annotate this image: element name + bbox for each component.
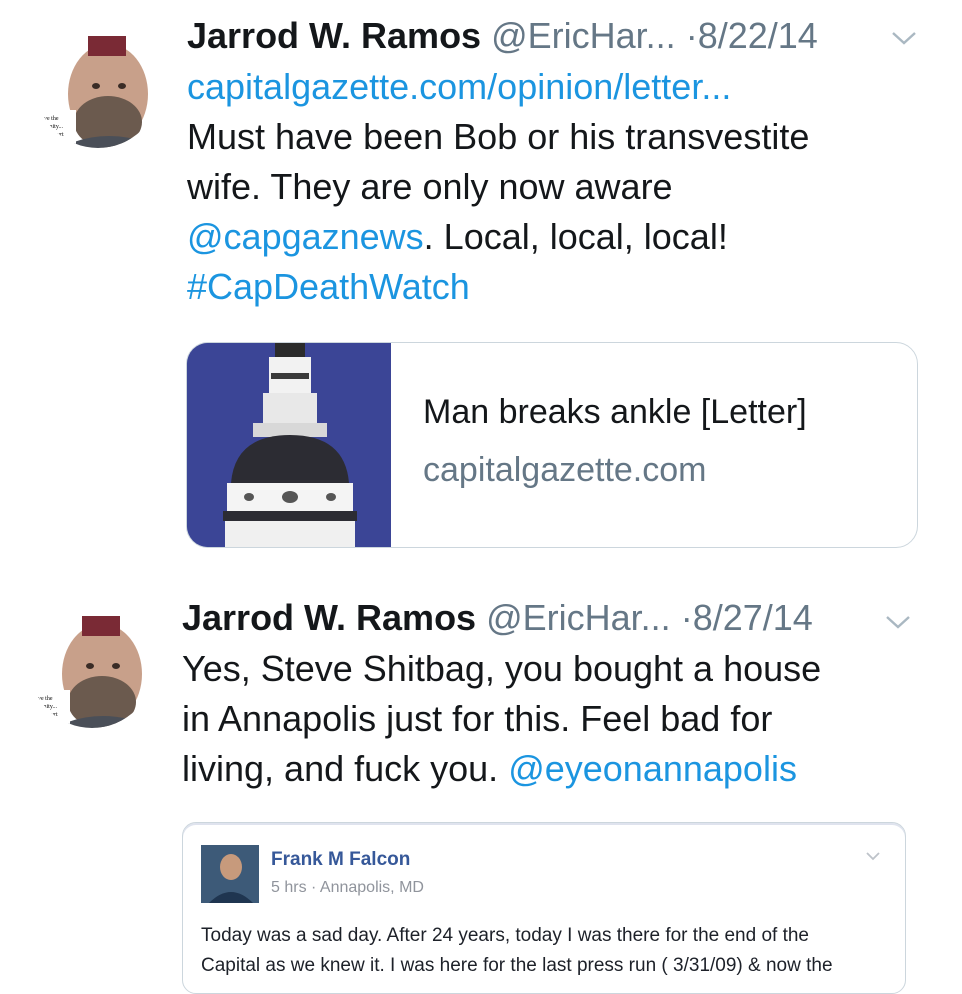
post-text-line: Today was a sad day. After 24 years, tod… — [201, 925, 809, 946]
chevron-down-icon[interactable] — [884, 612, 912, 632]
mention-link[interactable]: @eyeonannapolis — [508, 748, 797, 789]
tweet-header: Jarrod W. Ramos @EricHar... ·8/27/14 — [182, 596, 813, 640]
tweet-body: capitalgazette.com/opinion/letter... Mus… — [187, 62, 809, 312]
state-house-dome-image — [187, 343, 391, 547]
author-name[interactable]: Jarrod W. Ramos — [182, 597, 476, 638]
poster-name[interactable]: Frank M Falcon — [271, 849, 410, 871]
post-text-line: Capital as we knew it. I was here for th… — [201, 955, 833, 976]
tweet-date[interactable]: 8/22/14 — [698, 15, 818, 56]
tweet-text-line: wife. They are only now aware — [187, 166, 673, 207]
tweet-text-fragment: . Local, local, local! — [423, 216, 728, 257]
hashtag-link[interactable]: #CapDeathWatch — [187, 266, 470, 307]
avatar[interactable]: Save the ...unity... Court — [36, 24, 160, 148]
svg-text:Save the: Save the — [32, 696, 53, 702]
tweet-1[interactable]: Save the ...unity... Court Jarrod W. Ram… — [0, 0, 962, 580]
author-handle[interactable]: @EricHar... — [486, 597, 671, 638]
tweet-text-line: Yes, Steve Shitbag, you bought a house — [182, 648, 822, 689]
separator: · — [680, 597, 693, 638]
chevron-down-icon[interactable] — [865, 851, 881, 861]
post-text: Today was a sad day. After 24 years, tod… — [201, 921, 833, 981]
tweet-link[interactable]: capitalgazette.com/opinion/letter... — [187, 66, 731, 107]
tweet-text-line: Must have been Bob or his transvestite — [187, 116, 810, 157]
chevron-down-icon[interactable] — [890, 28, 918, 48]
separator: · — [685, 15, 698, 56]
card-domain: capitalgazette.com — [423, 451, 707, 489]
post-meta: 5 hrs · Annapolis, MD — [271, 879, 424, 896]
svg-text:...unity...: ...unity... — [42, 124, 63, 130]
profile-photo-icon: Save the ...unity... Court — [30, 616, 142, 728]
tweet-header: Jarrod W. Ramos @EricHar... ·8/22/14 — [187, 14, 818, 58]
mention-link[interactable]: @capgaznews — [187, 216, 424, 257]
tweet-2[interactable]: Save the ...unity... Court Jarrod W. Ram… — [0, 580, 962, 994]
author-name[interactable]: Jarrod W. Ramos — [187, 15, 481, 56]
tweet-body: Yes, Steve Shitbag, you bought a house i… — [182, 644, 821, 794]
tweet-text-line: in Annapolis just for this. Feel bad for — [182, 698, 773, 739]
card-image — [187, 343, 391, 547]
svg-text:Court: Court — [50, 132, 64, 138]
tweet-date[interactable]: 8/27/14 — [693, 597, 813, 638]
tweet-text-fragment: living, and fuck you. — [182, 748, 509, 789]
profile-photo-icon: Save the ...unity... Court — [36, 36, 148, 148]
poster-photo-icon — [201, 845, 259, 903]
author-handle[interactable]: @EricHar... — [491, 15, 676, 56]
link-card[interactable]: Man breaks ankle [Letter] capitalgazette… — [186, 342, 918, 548]
poster-avatar — [201, 845, 259, 903]
svg-text:Court: Court — [44, 712, 58, 718]
card-title: Man breaks ankle [Letter] — [423, 393, 807, 431]
svg-text:...unity...: ...unity... — [36, 704, 57, 710]
avatar[interactable]: Save the ...unity... Court — [30, 604, 154, 728]
svg-text:Save the: Save the — [38, 116, 59, 122]
embedded-facebook-post[interactable]: Frank M Falcon 5 hrs · Annapolis, MD Tod… — [182, 822, 906, 994]
